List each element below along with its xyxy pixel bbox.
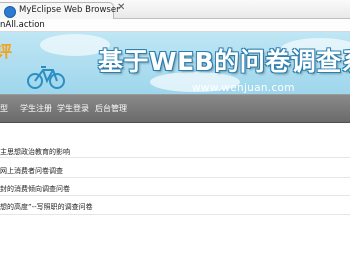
browser-tab[interactable]: MyEclipse Web Browser	[0, 2, 120, 19]
bicycle-icon	[27, 66, 65, 89]
nav-item-login[interactable]: 学生登录	[57, 103, 89, 114]
nav-item-type[interactable]: 型	[0, 103, 8, 114]
nav-item-admin[interactable]: 后台管理	[95, 103, 127, 114]
banner-decor-character: 评	[0, 42, 13, 61]
close-icon[interactable]: ✕	[117, 3, 125, 13]
main-nav: 型 学生注册 学生登录 后台管理	[0, 94, 350, 123]
banner-title: 基于WEB的问卷调查系	[98, 47, 350, 76]
list-item[interactable]: 网上消费者问卷调查	[0, 166, 63, 176]
divider	[0, 195, 350, 196]
globe-icon	[4, 6, 16, 18]
browser-tab-title: MyEclipse Web Browser	[19, 5, 120, 15]
divider	[0, 214, 350, 215]
divider	[0, 157, 350, 158]
divider	[0, 177, 350, 178]
list-item[interactable]: 主思想政治教育的影响	[0, 147, 70, 157]
banner-url: www.wenjuan.com	[192, 82, 295, 94]
list-item[interactable]: 封的消费倾向调查问卷	[0, 184, 70, 194]
survey-list: 主思想政治教育的影响 网上消费者问卷调查 封的消费倾向调查问卷 想的高度”--写…	[0, 122, 350, 280]
browser-tab-bar: MyEclipse Web Browser ✕	[0, 0, 350, 19]
nav-item-register[interactable]: 学生注册	[20, 103, 52, 114]
site-banner: 评 基于WEB的问卷调查系 www.wenjuan.com	[0, 32, 350, 94]
address-bar[interactable]: nAll.action	[0, 19, 350, 32]
list-item[interactable]: 想的高度”--写照职的调查问卷	[0, 202, 93, 212]
address-url[interactable]: nAll.action	[0, 20, 45, 30]
